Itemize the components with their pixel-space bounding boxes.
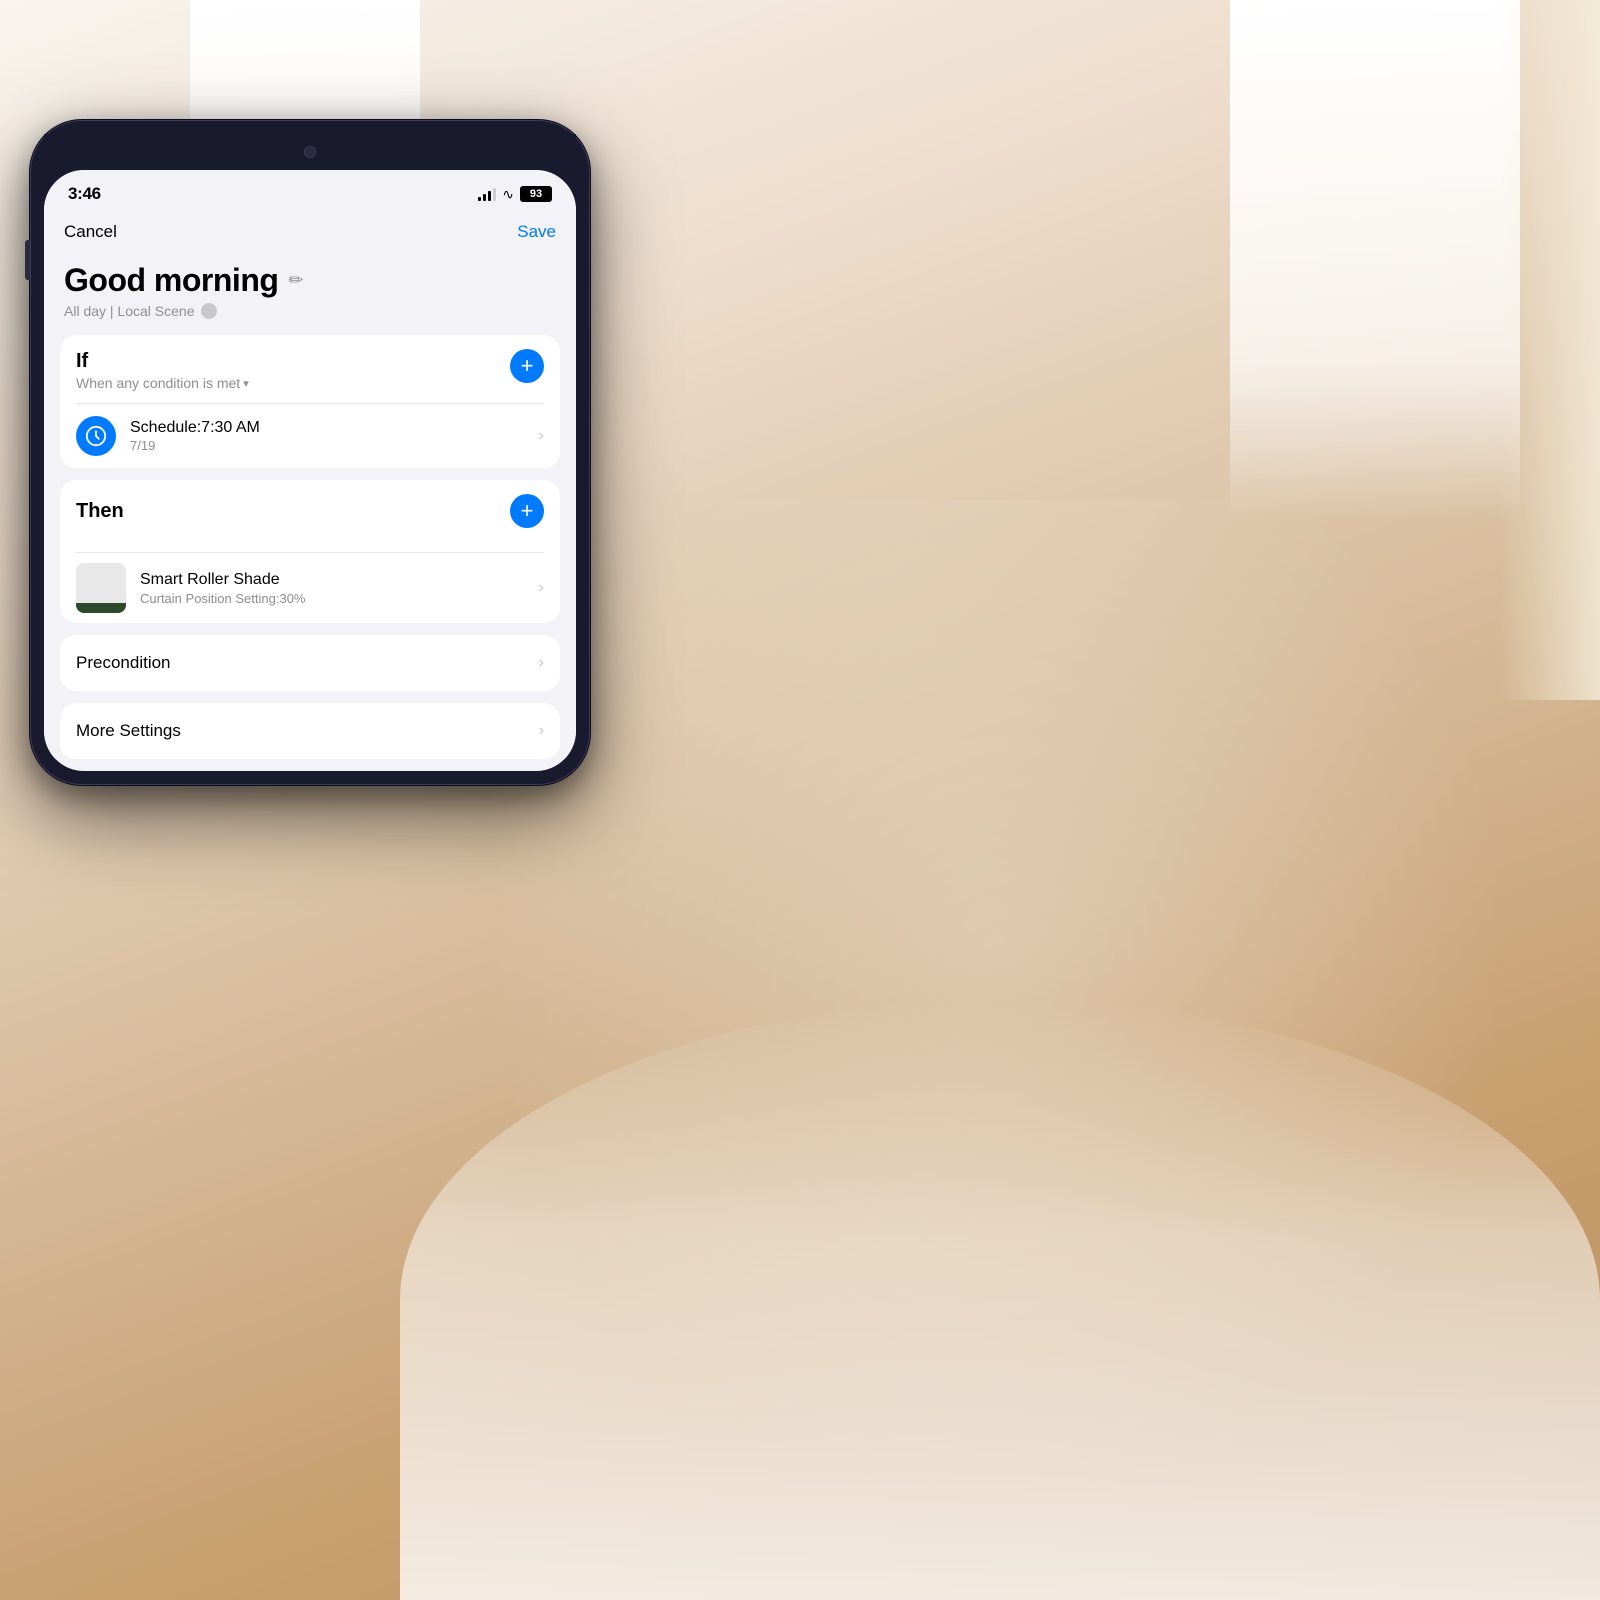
front-camera (304, 146, 316, 158)
device-thumbnail (76, 563, 126, 613)
title-section: Good morning ✏ All day | Local Scene (44, 254, 576, 335)
if-title-block: If When any condition is met ▾ (76, 349, 249, 391)
scene-subtitle: All day | Local Scene (64, 303, 556, 319)
device-row[interactable]: Smart Roller Shade Curtain Position Sett… (60, 553, 560, 623)
signal-icon (478, 187, 496, 201)
battery-icon: 93 (520, 186, 552, 202)
cancel-button[interactable]: Cancel (64, 222, 117, 242)
status-bar: 3:46 ∿ 93 (44, 170, 576, 214)
scene-subtitle-text: All day | Local Scene (64, 303, 195, 319)
precondition-chevron-icon: › (539, 654, 544, 672)
nav-bar: Cancel Save (44, 214, 576, 254)
device-action: Curtain Position Setting:30% (140, 591, 525, 606)
status-icons: ∿ 93 (478, 186, 552, 203)
more-settings-card[interactable]: More Settings › (60, 703, 560, 759)
if-card: If When any condition is met ▾ + (60, 335, 560, 468)
phone-device: 3:46 ∿ 93 Canc (30, 120, 590, 785)
shade-top (76, 563, 126, 603)
status-time: 3:46 (68, 184, 101, 204)
signal-bar-2 (483, 194, 486, 201)
shade-bottom (76, 603, 126, 613)
phone-notch (44, 134, 576, 170)
if-add-button[interactable]: + (510, 349, 544, 383)
device-info: Smart Roller Shade Curtain Position Sett… (140, 571, 525, 606)
clock-icon (85, 425, 107, 447)
device-name: Smart Roller Shade (140, 571, 525, 589)
precondition-card[interactable]: Precondition › (60, 635, 560, 691)
schedule-row[interactable]: Schedule:7:30 AM 7/19 › (60, 404, 560, 468)
then-card: Then + Smart Roller Shade (60, 480, 560, 623)
schedule-date: 7/19 (130, 438, 525, 453)
schedule-title: Schedule:7:30 AM (130, 419, 525, 437)
then-label: Then (76, 500, 124, 523)
phone-screen: 3:46 ∿ 93 Canc (44, 170, 576, 771)
wifi-icon: ∿ (502, 186, 514, 203)
then-add-button[interactable]: + (510, 494, 544, 528)
if-label: If (76, 349, 249, 373)
if-condition[interactable]: When any condition is met ▾ (76, 375, 249, 391)
app-content: Cancel Save Good morning ✏ All day | Loc… (44, 214, 576, 759)
device-row-chevron-icon: › (539, 579, 544, 597)
signal-bar-4 (493, 188, 496, 201)
signal-bar-3 (488, 191, 491, 201)
scene-title: Good morning (64, 262, 278, 299)
schedule-row-chevron-icon: › (539, 427, 544, 445)
more-settings-chevron-icon: › (539, 722, 544, 740)
condition-chevron-icon: ▾ (243, 377, 249, 390)
precondition-label: Precondition (76, 653, 171, 673)
phone-bezel: 3:46 ∿ 93 Canc (30, 120, 590, 785)
if-header: If When any condition is met ▾ + (60, 335, 560, 391)
scene-title-row: Good morning ✏ (64, 262, 556, 299)
local-scene-icon (201, 303, 217, 319)
save-button[interactable]: Save (517, 222, 556, 242)
edit-icon[interactable]: ✏ (288, 270, 303, 291)
schedule-icon-wrap (76, 416, 116, 456)
schedule-info: Schedule:7:30 AM 7/19 (130, 419, 525, 453)
more-settings-label: More Settings (76, 721, 181, 741)
then-header: Then + (60, 480, 560, 540)
signal-bar-1 (478, 197, 481, 201)
